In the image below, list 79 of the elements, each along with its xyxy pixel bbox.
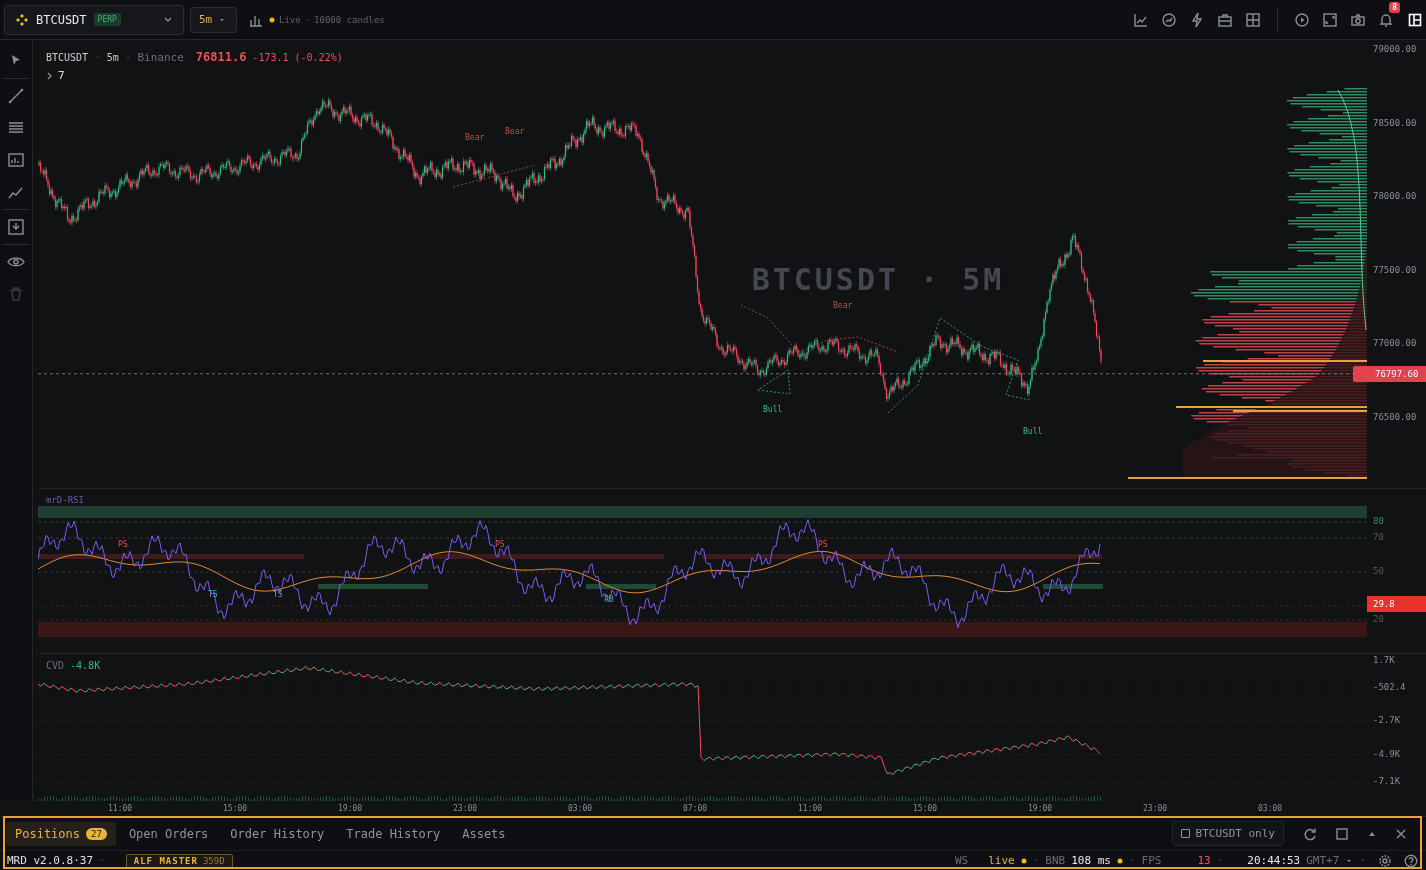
cvd-tick: -2.7K [1373,715,1401,725]
last-price: 76811.6 [195,50,247,64]
separator-dot: · [99,854,106,867]
pane-title: mrD-RSI [46,495,84,505]
pattern-label: Bear [465,133,485,142]
time-tick: 03:00 [568,804,594,813]
time-tick: 15:00 [913,804,939,813]
panel-tab[interactable]: Assets [453,821,515,846]
rsi-tick: 50 [1373,566,1384,576]
panel-tab[interactable]: Order History [221,821,334,846]
price-tick: 77500.00 [1373,264,1417,275]
time-tick: 19:00 [1028,804,1054,813]
separator-dot: · [124,51,132,64]
ws-status: live [988,854,1015,867]
separator-dot: · [1032,854,1040,867]
exchange-label: BNB [1045,854,1066,867]
clock-time: 20:44:53 [1247,854,1301,867]
signal-label: PS [118,540,128,549]
pattern-label: Bull [763,405,783,414]
separator-dot: · [94,51,101,64]
cvd-tick: 1.7K [1373,655,1395,665]
signal-label: PS [818,540,828,549]
pattern-label: Bull [1023,427,1043,436]
time-tick: 03:00 [1258,804,1284,813]
pane-title: CVD [46,660,65,671]
legend-exchange: Binance [137,51,184,64]
ws-label: WS [954,854,969,867]
version-label: MRD v2.0.8·37 [7,854,94,867]
plan-badge: ALF MASTER 359D [125,853,233,868]
timeframe-button[interactable]: 5m [190,6,237,33]
price-tick: 78500.00 [1373,117,1417,128]
price-change: -173.1 (-0.22%) [252,52,343,63]
rsi-tick: 20 [1373,614,1384,624]
candle-count: 10000 candles [314,14,385,25]
panel-tab[interactable]: Trade History [337,821,450,846]
symbol-selector[interactable]: BTCUSDT PERP [4,4,184,35]
signal-label: PS [495,540,505,549]
fps-label: FPS [1141,854,1162,867]
price-tick: 77000.00 [1373,338,1417,348]
separator-dot: · [304,14,311,25]
pattern-label: Bear [505,127,525,136]
time-tick: 15:00 [223,804,249,813]
time-tick: 19:00 [338,804,364,813]
indicators-toggle[interactable]: 7 [46,69,65,82]
panel-tab[interactable]: Positions 27 [6,821,116,846]
price-tick: 76500.00 [1373,411,1417,422]
cvd-tick: -7.1K [1373,776,1401,786]
time-tick: 11:00 [108,804,134,813]
cvd-tick: -502.4 [1373,682,1406,692]
separator-dot: · [1359,854,1366,867]
feed-status: Live [279,14,301,25]
watermark-text: BTCUSDT · 5M [751,262,1005,297]
separator-dot: · [1216,854,1224,867]
cvd-tick: -4.9K [1373,749,1401,759]
timezone-label: GMT+7 [1306,854,1340,867]
time-tick: 11:00 [798,804,824,813]
market-badge: PERP [93,13,121,26]
count-badge: 27 [86,827,107,840]
time-tick: 23:00 [453,804,479,813]
cvd-value: -4.8K [70,660,101,671]
time-tick: 23:00 [1143,804,1169,813]
price-tick: 79000.00 [1373,44,1417,54]
current-price-badge: 76797.60 [1353,365,1426,382]
pattern-label: Bear [833,301,853,310]
latency-value: 108 ms [1071,854,1111,867]
symbol-filter-toggle[interactable]: BTCUSDT only [1171,821,1284,846]
time-tick: 07:00 [683,804,709,813]
rsi-value-badge: 29.8 [1367,596,1426,612]
legend-symbol: BTCUSDT [46,52,89,63]
legend-interval: 5m [106,52,119,63]
price-tick: 78000.00 [1373,191,1417,201]
rsi-tick: 70 [1373,532,1384,542]
rsi-tick: 80 [1373,516,1384,526]
separator-dot: · [1128,854,1136,867]
signal-label: TS [273,590,283,599]
panel-tab[interactable]: Open Orders [119,821,218,846]
notification-badge: 8 [1389,1,1400,13]
fps-value: 13 [1197,854,1211,867]
symbol-name: BTCUSDT [36,12,87,27]
